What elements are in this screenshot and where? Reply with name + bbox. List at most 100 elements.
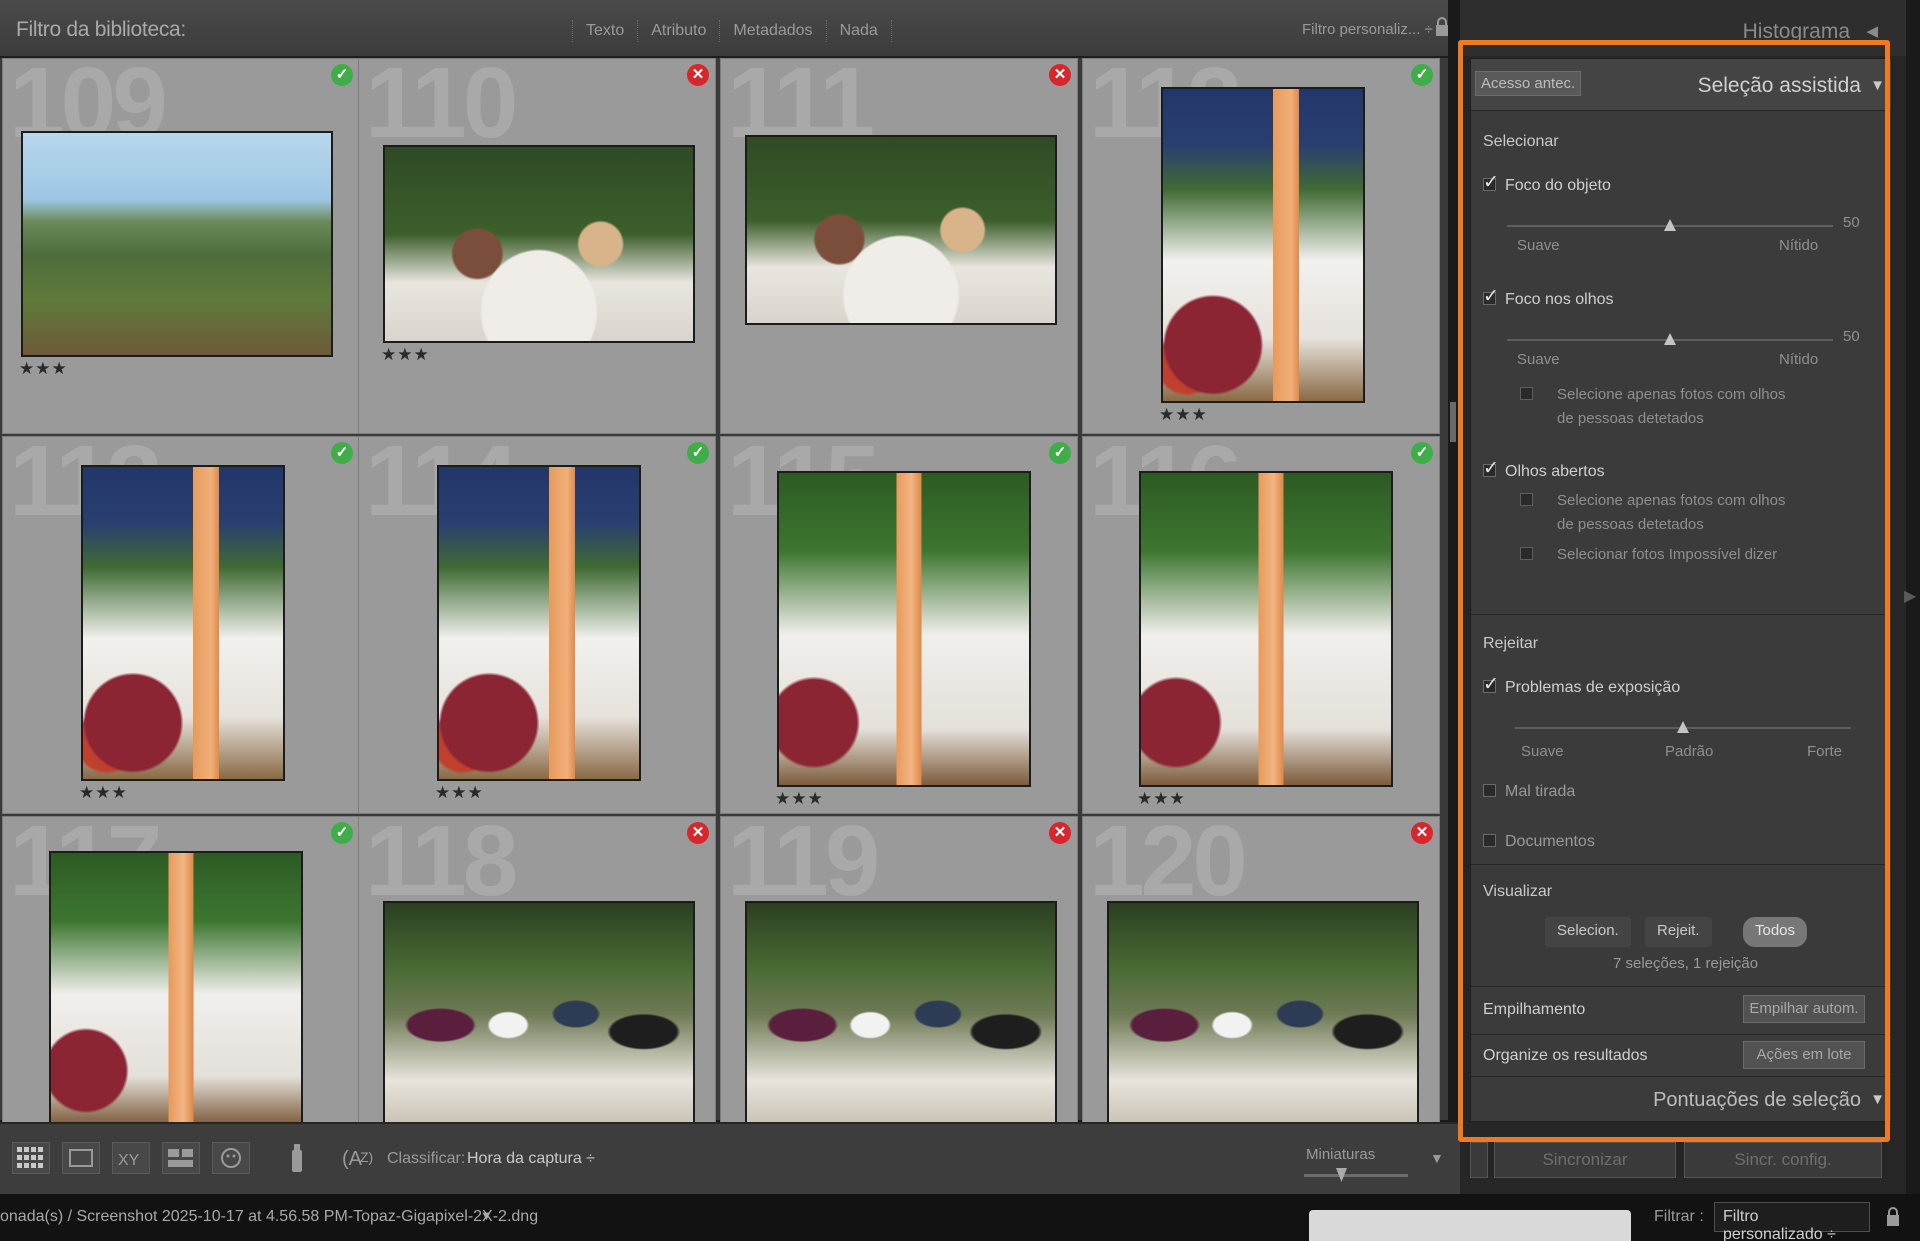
- eyes-open-detected-checkbox[interactable]: [1520, 493, 1533, 506]
- filter-preset-dropdown[interactable]: Filtro personaliz... ÷: [1302, 21, 1433, 38]
- grid-cell[interactable]: 109 ✓ ★★★: [2, 58, 360, 434]
- filter-tab-none[interactable]: Nada: [825, 20, 892, 42]
- grid-view-button[interactable]: [12, 1142, 50, 1174]
- photo-thumbnail[interactable]: [21, 131, 333, 357]
- filter-tab-metadata[interactable]: Metadados: [719, 20, 825, 42]
- pick-flag-icon[interactable]: ✓: [331, 442, 353, 464]
- selection-scores-header[interactable]: Pontuações de seleção ▼: [1471, 1077, 1891, 1121]
- photo-thumbnail[interactable]: [1107, 901, 1419, 1125]
- face-icon: [221, 1148, 241, 1168]
- photo-thumbnail[interactable]: [49, 851, 303, 1125]
- cant-tell-checkbox[interactable]: [1520, 547, 1533, 560]
- pick-flag-icon[interactable]: ✓: [687, 442, 709, 464]
- toolbar-menu-chevron-icon[interactable]: ▼: [1430, 1150, 1444, 1166]
- peek-button[interactable]: Acesso antec.: [1475, 71, 1582, 96]
- lock-icon[interactable]: [1434, 16, 1450, 38]
- reject-flag-icon[interactable]: ✕: [1411, 822, 1433, 844]
- grid-cell[interactable]: 120 ✕: [1082, 816, 1440, 1126]
- pick-flag-icon[interactable]: ✓: [1049, 442, 1071, 464]
- star-rating[interactable]: ★★★: [19, 359, 68, 379]
- filter-tab-text[interactable]: Texto: [572, 20, 637, 42]
- eye-focus-detected-option[interactable]: Selecione apenas fotos com olhos de pess…: [1520, 383, 1787, 431]
- eye-focus-detected-checkbox[interactable]: [1520, 387, 1533, 400]
- reject-flag-icon[interactable]: ✕: [1049, 822, 1071, 844]
- grid-cell[interactable]: 112✓★★★: [1082, 58, 1440, 434]
- view-label: Visualizar: [1483, 883, 1553, 900]
- exposure-problems-checkbox[interactable]: Problemas de exposição: [1483, 673, 1680, 697]
- sync-toggle-switch[interactable]: [1470, 1142, 1488, 1178]
- photo-thumbnail[interactable]: [81, 465, 285, 781]
- source-path[interactable]: onada(s) / Screenshot 2025-10-17 at 4.56…: [0, 1208, 538, 1226]
- filter-lock-icon[interactable]: [1886, 1206, 1900, 1228]
- grid-cell[interactable]: 114✓★★★: [358, 436, 716, 814]
- filter-tab-attribute[interactable]: Atributo: [637, 20, 719, 42]
- cant-tell-option[interactable]: Selecionar fotos Impossível dizer: [1520, 543, 1817, 567]
- pick-flag-icon[interactable]: ✓: [331, 822, 353, 844]
- grid-cell[interactable]: 119 ✕: [720, 816, 1078, 1126]
- reject-label: Rejeitar: [1483, 635, 1539, 652]
- pick-flag-icon[interactable]: ✓: [1411, 442, 1433, 464]
- source-dropdown-icon[interactable]: ▼: [480, 1208, 493, 1223]
- photo-thumbnail[interactable]: [383, 901, 695, 1125]
- photo-thumbnail[interactable]: [777, 471, 1031, 787]
- view-rejects-button[interactable]: Rejeit.: [1645, 917, 1712, 947]
- batch-actions-button[interactable]: Ações em lote: [1743, 1041, 1865, 1069]
- svg-text:XY: XY: [118, 1152, 140, 1169]
- grid-cell[interactable]: 118 ✕: [358, 816, 716, 1126]
- scores-collapse-icon[interactable]: ▼: [1870, 1091, 1885, 1108]
- right-panel: Histograma ◀ Acesso antec. Seleção assis…: [1460, 0, 1906, 1194]
- sync-button[interactable]: Sincronizar: [1494, 1142, 1676, 1178]
- eyes-open-detected-option[interactable]: Selecione apenas fotos com olhos de pess…: [1520, 489, 1787, 537]
- reject-flag-icon[interactable]: ✕: [687, 64, 709, 86]
- sort-order-dropdown[interactable]: Hora da captura ÷: [467, 1150, 595, 1168]
- photo-thumbnail[interactable]: [383, 145, 695, 343]
- photo-thumbnail[interactable]: [745, 901, 1057, 1125]
- grid-cell[interactable]: 110 ✕ ★★★: [358, 58, 716, 434]
- grid-scrollbar[interactable]: [1450, 402, 1456, 442]
- grid-cell[interactable]: 117✓: [2, 816, 360, 1126]
- star-rating[interactable]: ★★★: [79, 783, 128, 803]
- star-rating[interactable]: ★★★: [435, 783, 484, 803]
- assisted-selection-header[interactable]: Acesso antec. Seleção assistida ▼: [1471, 59, 1891, 111]
- sync-settings-button[interactable]: Sincr. config.: [1684, 1142, 1882, 1178]
- grid-cell[interactable]: 111 ✕: [720, 58, 1078, 434]
- sort-direction-icon[interactable]: (A Z): [336, 1140, 376, 1176]
- grid-cell[interactable]: 113✓★★★: [2, 436, 360, 814]
- collapse-left-icon[interactable]: ◀: [1866, 22, 1878, 40]
- bad-shot-checkbox[interactable]: Mal tirada: [1483, 783, 1575, 801]
- documents-checkbox[interactable]: Documentos: [1483, 833, 1595, 851]
- photo-thumbnail[interactable]: [437, 465, 641, 781]
- grid-cell[interactable]: 116✓★★★: [1082, 436, 1440, 814]
- photo-thumbnail[interactable]: [1139, 471, 1393, 787]
- eyes-open-checkbox[interactable]: Olhos abertos: [1483, 457, 1605, 481]
- view-picks-button[interactable]: Selecion.: [1545, 917, 1631, 947]
- photo-thumbnail[interactable]: [745, 135, 1057, 325]
- cell-index-number: 118: [365, 816, 518, 917]
- survey-view-button[interactable]: [162, 1142, 200, 1174]
- spray-can-icon[interactable]: [286, 1140, 308, 1176]
- auto-stack-button[interactable]: Empilhar autom.: [1743, 995, 1865, 1023]
- compare-view-button[interactable]: XY: [112, 1142, 150, 1174]
- star-rating[interactable]: ★★★: [1159, 405, 1208, 425]
- pick-flag-icon[interactable]: ✓: [331, 64, 353, 86]
- people-view-button[interactable]: [212, 1142, 250, 1174]
- star-rating[interactable]: ★★★: [381, 345, 430, 365]
- filmstrip-scroll-thumb[interactable]: [1309, 1210, 1631, 1241]
- subject-focus-checkbox[interactable]: Foco do objeto: [1483, 171, 1611, 195]
- thumbnail-size-slider[interactable]: [1304, 1174, 1408, 1177]
- reject-flag-icon[interactable]: ✕: [1049, 64, 1071, 86]
- star-rating[interactable]: ★★★: [775, 789, 824, 809]
- grid-cell[interactable]: 115✓★★★: [720, 436, 1078, 814]
- histogram-header[interactable]: Histograma ◀: [1460, 0, 1906, 56]
- select-section: Selecionar Foco do objeto 50 Suave Nítid…: [1471, 111, 1891, 615]
- expand-right-panel-icon[interactable]: ▶: [1904, 586, 1916, 606]
- view-all-button[interactable]: Todos: [1743, 917, 1808, 947]
- eye-focus-checkbox[interactable]: Foco nos olhos: [1483, 285, 1614, 309]
- star-rating[interactable]: ★★★: [1137, 789, 1186, 809]
- collapse-down-icon[interactable]: ▼: [1870, 77, 1885, 94]
- pick-flag-icon[interactable]: ✓: [1411, 64, 1433, 86]
- photo-thumbnail[interactable]: [1161, 87, 1365, 403]
- filmstrip-filter-dropdown[interactable]: Filtro personalizado ÷: [1714, 1202, 1870, 1241]
- reject-flag-icon[interactable]: ✕: [687, 822, 709, 844]
- loupe-view-button[interactable]: [62, 1142, 100, 1174]
